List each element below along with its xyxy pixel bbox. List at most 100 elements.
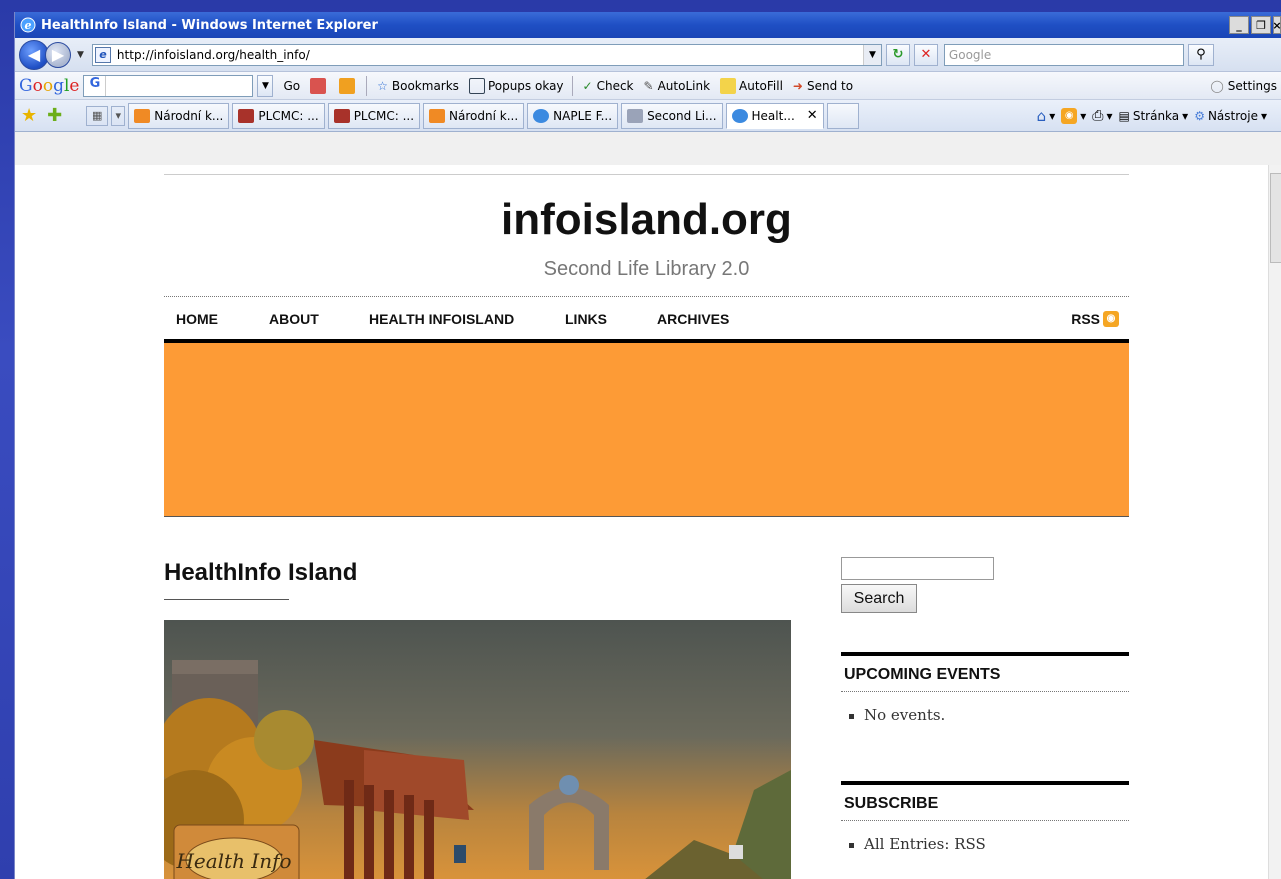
autolink-button[interactable]: ✎ AutoLink	[644, 79, 711, 93]
list-item: No events.	[849, 706, 1129, 724]
address-url[interactable]: http://infoisland.org/health_info/	[117, 48, 863, 62]
home-button[interactable]: ⌂ ▾	[1037, 107, 1056, 125]
search-input[interactable]: Google	[943, 43, 1184, 66]
refresh-button[interactable]: ↻	[885, 43, 910, 66]
separator	[571, 75, 573, 96]
upcoming-events-widget: UPCOMING EVENTS No events.	[841, 652, 1129, 738]
second-life-scene: Health Info	[164, 620, 791, 879]
sidebar-search-input[interactable]	[841, 557, 994, 580]
tab-list-dropdown[interactable]: ▾	[111, 105, 126, 126]
google-dropdown[interactable]: ▼	[257, 74, 274, 97]
vertical-scrollbar[interactable]	[1268, 165, 1281, 879]
settings-button[interactable]: ◯ Settings	[1210, 79, 1277, 93]
minimize-button[interactable]: _	[1229, 16, 1249, 34]
sidebar-search-button[interactable]: Search	[841, 584, 917, 613]
autofill-button[interactable]: AutoFill	[720, 77, 783, 94]
title-bar: e HealthInfo Island - Windows Internet E…	[15, 12, 1281, 38]
address-dropdown-icon[interactable]: ▼	[862, 44, 881, 65]
spellcheck-icon: ✓	[582, 78, 593, 93]
svg-text:e: e	[25, 19, 32, 32]
nav-links[interactable]: LINKS	[565, 311, 607, 327]
nav-archives[interactable]: ARCHIVES	[657, 311, 729, 327]
pagerank-icon[interactable]	[310, 77, 329, 94]
nav-top-rule	[164, 296, 1129, 297]
popups-button[interactable]: Popups okay	[468, 77, 564, 94]
ie-icon	[533, 108, 550, 123]
feed-icon: ◉	[1061, 107, 1078, 124]
printer-icon: ⎙	[1092, 107, 1104, 124]
post-title[interactable]: HealthInfo Island	[164, 559, 357, 587]
tab-5[interactable]: NAPLE F...	[527, 102, 619, 129]
feeds-button[interactable]: ◉ ▾	[1061, 107, 1086, 124]
top-rule	[164, 174, 1129, 175]
close-window-button[interactable]: ×	[1272, 16, 1281, 34]
scrollbar-thumb[interactable]	[1270, 173, 1281, 263]
tools-menu[interactable]: ⚙ Nástroje ▾	[1194, 109, 1267, 123]
google-g-icon: G	[84, 75, 107, 96]
tab-6[interactable]: Second Li...	[621, 102, 723, 129]
sendto-button[interactable]: ➜ Send to	[793, 79, 853, 93]
news-icon[interactable]	[339, 77, 358, 94]
tabs-row: ★ ✚ ▦ ▾ Národní k... PLCMC: ... PLCMC: .…	[15, 100, 1281, 132]
header-banner	[164, 343, 1129, 517]
wand-icon: ✎	[643, 78, 654, 93]
add-favorite-icon[interactable]: ✚	[47, 105, 62, 126]
stop-button[interactable]: ✕	[913, 43, 938, 66]
site-tagline: Second Life Library 2.0	[543, 258, 750, 280]
hand-icon	[627, 108, 644, 123]
page-viewport: infoisland.org Second Life Library 2.0 H…	[15, 165, 1281, 879]
google-search-box[interactable]: G	[83, 74, 254, 97]
tab-1[interactable]: Národní k...	[128, 102, 230, 129]
list-item[interactable]: All Entries: RSS	[849, 835, 1129, 853]
forward-arrow-icon: ▶	[51, 45, 65, 64]
site-title[interactable]: infoisland.org	[164, 195, 1129, 245]
bookmarks-button[interactable]: ☆ Bookmarks	[377, 79, 459, 93]
nav-about[interactable]: ABOUT	[269, 311, 319, 327]
separator	[366, 75, 368, 96]
page-menu[interactable]: ▤ Stránka ▾	[1119, 109, 1189, 123]
magnifier-icon: ⚲	[1196, 47, 1206, 62]
autofill-icon	[720, 77, 737, 94]
close-tab-icon[interactable]: ✕	[807, 108, 818, 123]
search-go-button[interactable]: ⚲	[1187, 43, 1214, 66]
quick-tabs-icon[interactable]: ▦	[86, 105, 109, 126]
forward-button[interactable]: ▶	[45, 41, 71, 68]
post-image[interactable]: Health Info	[164, 620, 791, 879]
upcoming-events-title: UPCOMING EVENTS	[841, 652, 1129, 692]
health-info-sign: Health Info	[175, 849, 291, 873]
home-icon: ⌂	[1036, 106, 1047, 125]
tab-2[interactable]: PLCMC: ...	[232, 102, 325, 129]
nav-home[interactable]: HOME	[176, 311, 218, 327]
google-logo: Google	[19, 75, 80, 96]
sidebar: Search UPCOMING EVENTS No events. SUBSCR…	[841, 557, 1129, 853]
back-arrow-icon: ◀	[27, 45, 41, 64]
spellcheck-button[interactable]: ✓ Check	[583, 79, 634, 93]
popup-blocker-icon	[468, 77, 485, 94]
main-nav: HOME ABOUT HEALTH INFOISLAND LINKS ARCHI…	[164, 311, 1129, 331]
address-bar[interactable]: e http://infoisland.org/health_info/ ▼	[91, 43, 882, 66]
go-button[interactable]: Go	[283, 79, 300, 93]
book-icon	[429, 108, 446, 123]
print-button[interactable]: ⎙ ▾	[1092, 108, 1112, 124]
subscribe-title: SUBSCRIBE	[841, 781, 1129, 821]
ie-icon	[731, 108, 748, 123]
address-row: ◀ ▶ ▼ e http://infoisland.org/health_inf…	[15, 38, 1281, 72]
book-icon	[134, 108, 151, 123]
tab-7-active[interactable]: Healt... ✕	[725, 102, 824, 129]
google-toolbar: Google G ▼ Go ☆ Bookmarks Popups okay ✓ Ch…	[15, 72, 1281, 100]
tab-4[interactable]: Národní k...	[423, 102, 525, 129]
browser-window: e HealthInfo Island - Windows Internet E…	[14, 12, 1281, 879]
history-dropdown-icon[interactable]: ▼	[77, 50, 84, 60]
new-tab-button[interactable]	[826, 102, 859, 129]
restore-button[interactable]: ❐	[1251, 16, 1271, 34]
window-title: HealthInfo Island - Windows Internet Exp…	[41, 17, 378, 33]
ie-logo-icon: e	[20, 17, 36, 33]
nav-health-infoisland[interactable]: HEALTH INFOISLAND	[369, 311, 514, 327]
tab-3[interactable]: PLCMC: ...	[327, 102, 421, 129]
rss-icon: ◉	[1103, 311, 1119, 327]
send-icon: ➜	[792, 78, 803, 93]
nav-rss[interactable]: RSS ◉	[1071, 311, 1119, 327]
favorites-star-icon[interactable]: ★	[21, 105, 37, 126]
command-bar: ⌂ ▾ ◉ ▾ ⎙ ▾ ▤ Stránka ▾ ⚙ Nástroje ▾	[1037, 107, 1281, 125]
gear-icon: ⚙	[1194, 108, 1205, 123]
